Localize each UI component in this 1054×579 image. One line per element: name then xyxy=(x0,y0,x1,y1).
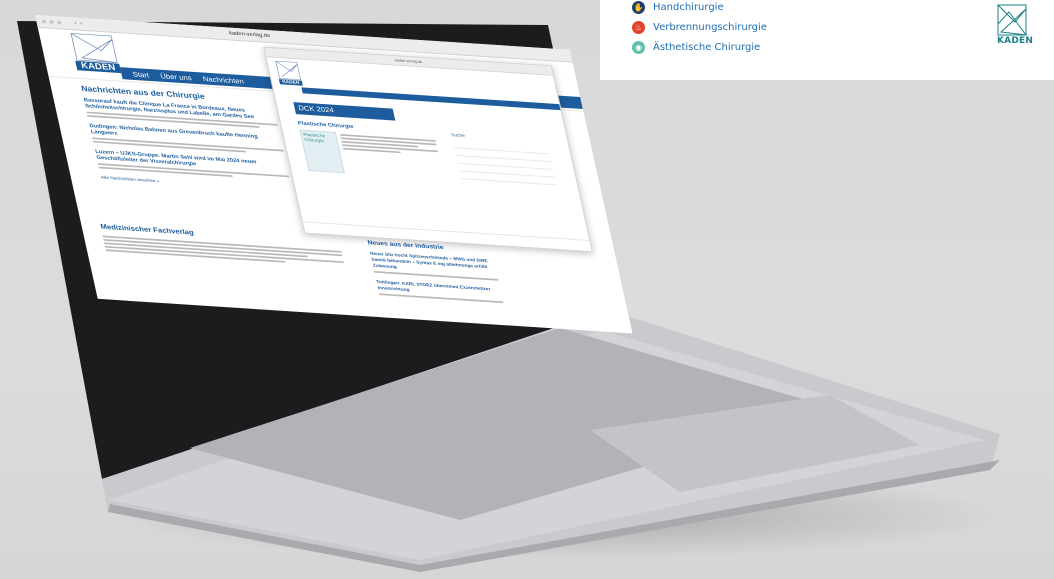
book-cover[interactable]: Plastische Chirurgie xyxy=(299,129,345,174)
logo-mark-icon xyxy=(275,60,301,80)
logo-mark-icon xyxy=(70,32,118,64)
legend-label: Ästhetische Chirurgie xyxy=(653,41,761,53)
legend-item-aesthetic: ◉ Ästhetische Chirurgie xyxy=(632,38,760,56)
laptop-screen: ‹ › kaden-verlag.de KADEN Start Über uns… xyxy=(35,15,633,334)
url-bar[interactable]: kaden-verlag.de xyxy=(229,31,271,39)
nav-item-news[interactable]: Nachrichten xyxy=(202,75,244,85)
legend-item-hand: ✋ Handchirurgie xyxy=(632,0,724,16)
flame-icon: ♨ xyxy=(632,20,645,34)
window-minimize-icon[interactable] xyxy=(49,20,54,24)
industry-section: Neues aus der Industrie Neuer Sitz hocht… xyxy=(367,240,505,310)
kaden-logo: KADEN xyxy=(997,3,1034,52)
industry-item[interactable]: Tuttlingen: KARL STORZ übernimmt Exzenme… xyxy=(376,280,504,304)
inner-text-block xyxy=(339,132,439,155)
legend-card: ✋ Handchirurgie ♨ Verbrennungschirurgie … xyxy=(600,0,1054,80)
legend-label: Handchirurgie xyxy=(653,1,724,13)
legend-label: Verbrennungschirurgie xyxy=(653,21,767,33)
inner-heading: Plastische Chirurgie xyxy=(297,121,355,130)
window-zoom-icon[interactable] xyxy=(56,20,62,25)
inner-logo-text: KADEN xyxy=(278,79,303,86)
hand-icon: ✋ xyxy=(632,0,645,14)
eye-icon: ◉ xyxy=(632,40,645,54)
nav-item-about[interactable]: Über uns xyxy=(159,72,192,82)
industry-item[interactable]: Neuer Sitz hocht Spitzenschmiede – MWS u… xyxy=(370,251,499,281)
inner-browser-window: kaden-verlag.de KADEN DCK 2024 Plastisch… xyxy=(263,46,593,253)
forward-icon[interactable]: › xyxy=(80,21,83,26)
inner-sidebar: Suche xyxy=(451,133,557,186)
logo-mark-icon xyxy=(997,3,1028,36)
book-cover-title: Plastische Chirurgie xyxy=(302,132,326,144)
event-banner[interactable]: DCK 2024 xyxy=(293,102,396,121)
site-logo[interactable]: KADEN xyxy=(69,32,122,78)
nav-item-start[interactable]: Start xyxy=(132,70,150,79)
window-close-icon[interactable] xyxy=(41,19,47,24)
legend-item-burn: ♨ Verbrennungschirurgie xyxy=(632,18,767,36)
inner-site-logo[interactable]: KADEN xyxy=(275,60,304,91)
back-icon[interactable]: ‹ xyxy=(74,21,77,26)
site-logo-text: KADEN xyxy=(75,60,122,74)
kaden-logo-text: KADEN xyxy=(997,36,1034,46)
news-section: Nachrichten aus der Chirurgie Bassorauf … xyxy=(80,84,292,193)
